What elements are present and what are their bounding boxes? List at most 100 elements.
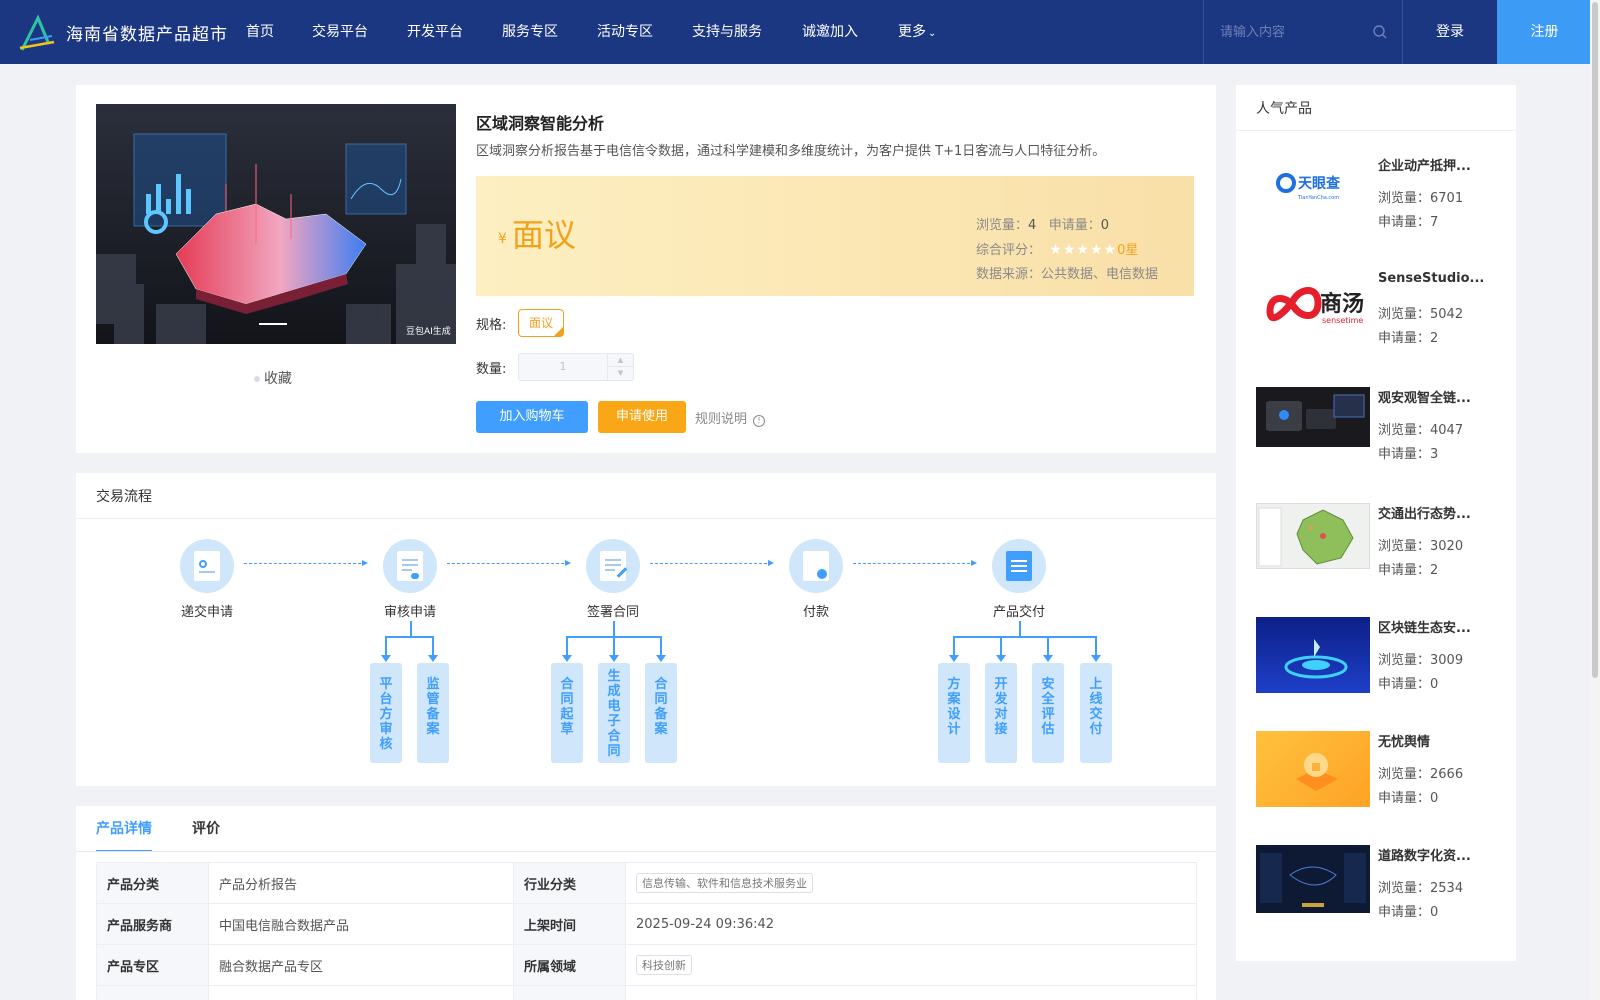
source-value: 公共数据、电信数据 bbox=[1041, 267, 1159, 282]
sub-step-label: 合同起草 bbox=[560, 677, 574, 737]
popular-item-views: 浏览量：3020 bbox=[1378, 535, 1463, 554]
price-value: 面议 bbox=[512, 216, 577, 254]
nav-join[interactable]: 诚邀加入 bbox=[802, 0, 898, 64]
quantity-stepper[interactable]: 1 ▲ ▼ bbox=[518, 353, 634, 381]
popular-item[interactable]: 区块链生态安... 浏览量：3009 申请量：0 bbox=[1256, 617, 1506, 717]
contract-sign-icon bbox=[586, 539, 640, 593]
page-scrollbar[interactable] bbox=[1590, 0, 1600, 1000]
arrow-down-icon bbox=[562, 655, 572, 662]
branch-line bbox=[660, 636, 662, 656]
popular-item[interactable]: 道路数字化资... 浏览量：2534 申请量：0 bbox=[1256, 845, 1506, 945]
rules-link[interactable]: 规则说明! bbox=[695, 408, 766, 427]
flow-arrow bbox=[447, 560, 571, 566]
info-icon: ! bbox=[753, 415, 766, 427]
popular-item[interactable]: 无忧舆情 浏览量：2666 申请量：0 bbox=[1256, 731, 1506, 831]
table-row: 产品服务商 中国电信融合数据产品 上架时间 2025-09-24 09:36:4… bbox=[96, 903, 1197, 945]
applies-label: 申请量： bbox=[1378, 563, 1431, 578]
nav-develop[interactable]: 开发平台 bbox=[407, 0, 502, 64]
table-row bbox=[96, 985, 1197, 1000]
flow-step-label: 审核申请 bbox=[383, 605, 436, 620]
table-value: 融合数据产品专区 bbox=[208, 944, 514, 986]
branch-line bbox=[1095, 636, 1097, 656]
popular-item-views: 浏览量：5042 bbox=[1378, 303, 1463, 322]
spec-option[interactable]: 面议 bbox=[518, 309, 564, 337]
nav-activity[interactable]: 活动专区 bbox=[597, 0, 692, 64]
thumbnail-logo-sub: sensetime bbox=[1322, 316, 1363, 325]
popular-item-views: 浏览量：4047 bbox=[1378, 419, 1463, 438]
popular-item-applies: 申请量：0 bbox=[1378, 787, 1438, 806]
table-key: 行业分类 bbox=[513, 862, 626, 904]
popular-products-panel: 人气产品 天眼查 TianYanCha.com 企业动产抵押... 浏览量：670… bbox=[1236, 85, 1516, 961]
nav-home[interactable]: 首页 bbox=[246, 0, 312, 64]
tab-reviews[interactable]: 评价 bbox=[192, 806, 220, 852]
nav-service[interactable]: 服务专区 bbox=[502, 0, 597, 64]
table-key: 上架时间 bbox=[513, 903, 626, 945]
popular-item-applies: 申请量：2 bbox=[1378, 559, 1438, 578]
flow-arrow bbox=[650, 560, 774, 566]
branch-line bbox=[566, 636, 568, 656]
sub-step-regulatory-filing: 监管备案 bbox=[417, 663, 449, 763]
applies-label: 申请量： bbox=[1378, 331, 1431, 346]
popular-item-name: 企业动产抵押... bbox=[1378, 159, 1471, 174]
delivery-doc-icon bbox=[992, 539, 1046, 593]
domain-tag: 科技创新 bbox=[636, 955, 692, 975]
review-icon bbox=[383, 539, 437, 593]
arrow-down-icon bbox=[949, 655, 959, 662]
popular-item[interactable]: 商汤 sensetime SenseStudio... 浏览量：5042 申请量：… bbox=[1256, 271, 1506, 371]
flow-step-payment: 付款 bbox=[771, 539, 861, 620]
rating-value: 0星 bbox=[1117, 243, 1139, 258]
search-icon[interactable] bbox=[1372, 24, 1388, 40]
sub-step-platform-review: 平台方审核 bbox=[370, 663, 402, 763]
table-key bbox=[513, 985, 626, 1000]
popular-item[interactable]: 观安观智全链... 浏览量：4047 申请量：3 bbox=[1256, 387, 1506, 487]
register-button[interactable]: 注册 bbox=[1497, 0, 1592, 64]
popular-item-applies: 申请量：0 bbox=[1378, 901, 1438, 920]
popular-item[interactable]: 天眼查 TianYanCha.com 企业动产抵押... 浏览量：6701 申请量… bbox=[1256, 155, 1506, 255]
divider bbox=[1236, 130, 1516, 131]
sub-step-label: 平台方审核 bbox=[379, 677, 393, 752]
add-to-cart-button[interactable]: 加入购物车 bbox=[476, 401, 588, 433]
popular-item-views: 浏览量：2534 bbox=[1378, 877, 1463, 896]
flow-step-review: 审核申请 bbox=[365, 539, 455, 620]
quantity-increase[interactable]: ▲ bbox=[608, 354, 633, 367]
table-value: 科技创新 bbox=[625, 944, 1197, 986]
nav-trade[interactable]: 交易平台 bbox=[312, 0, 407, 64]
product-image[interactable]: 豆包AI生成 bbox=[96, 104, 456, 344]
applies-value: 3 bbox=[1430, 447, 1439, 462]
trade-flow-panel: 交易流程 递交申请 审核申请 签署合同 付款 产品交付 平台方审核 监管备案 合… bbox=[76, 473, 1216, 786]
branch-line bbox=[1047, 636, 1049, 656]
popular-item[interactable]: 交通出行态势... 浏览量：3020 申请量：2 bbox=[1256, 503, 1506, 603]
collect-button[interactable]: 收藏 bbox=[254, 368, 292, 388]
flow-step-contract: 签署合同 bbox=[568, 539, 658, 620]
popular-item-name: 区块链生态安... bbox=[1378, 621, 1471, 636]
arrow-down-icon bbox=[609, 655, 619, 662]
flow-step-label: 递交申请 bbox=[180, 605, 233, 620]
table-value bbox=[625, 985, 1197, 1000]
branch-line bbox=[953, 636, 955, 656]
thumbnail-logo-sub: TianYanCha.com bbox=[1297, 195, 1339, 201]
quantity-decrease[interactable]: ▼ bbox=[608, 367, 633, 380]
applies-value: 0 bbox=[1430, 791, 1439, 806]
nav-support[interactable]: 支持与服务 bbox=[692, 0, 802, 64]
flow-step-label: 付款 bbox=[802, 605, 829, 620]
views-label: 浏览量： bbox=[1378, 653, 1431, 668]
apply-button[interactable]: 申请使用 bbox=[598, 401, 686, 433]
nav-more[interactable]: 更多 ⌄ bbox=[898, 0, 958, 64]
collect-label: 收藏 bbox=[264, 371, 292, 387]
tab-product-detail[interactable]: 产品详情 bbox=[96, 806, 152, 852]
popular-item-name: SenseStudio... bbox=[1378, 271, 1485, 286]
flow-step-label: 产品交付 bbox=[992, 605, 1045, 620]
brand-title[interactable]: 海南省数据产品超市 bbox=[66, 20, 228, 45]
popular-item-views: 浏览量：2666 bbox=[1378, 763, 1463, 782]
logo-icon[interactable] bbox=[18, 12, 56, 52]
detail-tabs: 产品详情 评价 bbox=[96, 806, 260, 852]
product-title: 区域洞察智能分析 bbox=[476, 114, 605, 133]
login-button[interactable]: 登录 bbox=[1403, 0, 1497, 64]
table-value: 2025-09-24 09:36:42 bbox=[625, 903, 1197, 945]
applies-label: 申请量： bbox=[1048, 218, 1101, 233]
currency-symbol: ¥ bbox=[498, 231, 507, 247]
form-icon bbox=[180, 539, 234, 593]
search-input[interactable] bbox=[1220, 22, 1370, 42]
top-navbar: 海南省数据产品超市 首页 交易平台 开发平台 服务专区 活动专区 支持与服务 诚… bbox=[0, 0, 1600, 64]
scrollbar-thumb[interactable] bbox=[1592, 2, 1598, 678]
